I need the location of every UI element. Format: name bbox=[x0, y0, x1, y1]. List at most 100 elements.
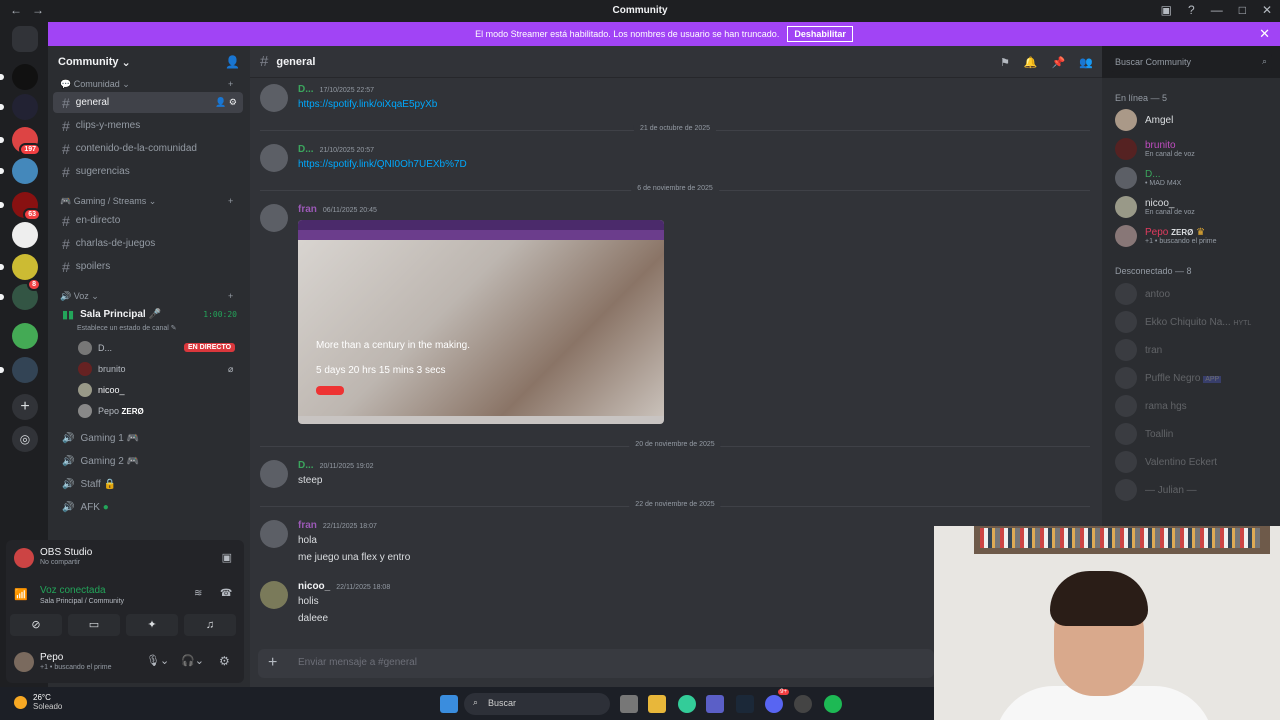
taskbar-search[interactable]: ⌕ Buscar bbox=[464, 693, 610, 715]
discover-icon[interactable]: ◎ bbox=[12, 426, 38, 452]
category-gaming[interactable]: 🎮 Gaming / Streams ⌄ + bbox=[60, 196, 233, 207]
message-link[interactable]: https://spotify.link/QNI0Oh7UEXb%7D bbox=[298, 159, 467, 170]
member-item[interactable]: Valentino Eckert bbox=[1115, 450, 1217, 474]
voice-channel-sala-principal[interactable]: ▮▮ Sala Principal 🎤 1:00:20 bbox=[53, 304, 243, 325]
windows-start-icon[interactable] bbox=[440, 695, 458, 713]
voice-location[interactable]: Sala Principal / Community bbox=[40, 598, 124, 605]
discord-home-icon[interactable] bbox=[12, 26, 38, 52]
server-icon[interactable] bbox=[0, 254, 38, 280]
maximize-icon[interactable]: □ bbox=[1239, 3, 1246, 17]
server-icon[interactable] bbox=[0, 94, 38, 120]
help-icon[interactable]: ? bbox=[1188, 3, 1195, 17]
member-item[interactable]: nicoo_ En canal de voz bbox=[1115, 195, 1195, 219]
server-icon[interactable]: 63 bbox=[0, 192, 41, 221]
message-composer[interactable]: + Enviar mensaje a #general bbox=[258, 649, 934, 678]
avatar[interactable] bbox=[14, 652, 34, 672]
channel-sugerencias[interactable]: # sugerencias bbox=[53, 161, 243, 182]
channel-contenido[interactable]: # contenido-de-la-comunidad bbox=[53, 138, 243, 159]
chrome-icon[interactable] bbox=[678, 695, 696, 713]
channel-en-directo[interactable]: # en-directo bbox=[53, 210, 243, 231]
add-channel-icon[interactable]: + bbox=[228, 196, 233, 206]
members-icon[interactable]: 👥 bbox=[1079, 56, 1093, 69]
voice-channel-gaming2[interactable]: 🔊 Gaming 2 🎮 bbox=[53, 451, 243, 472]
file-explorer-icon[interactable] bbox=[648, 695, 666, 713]
threads-icon[interactable]: ⚑ bbox=[1000, 56, 1010, 69]
voice-connected-label[interactable]: Voz conectada bbox=[40, 585, 106, 596]
obs-taskbar-icon[interactable] bbox=[794, 695, 812, 713]
headphones-icon[interactable]: 🎧⌄ bbox=[181, 654, 204, 667]
search-input[interactable]: Buscar Community ⌕ bbox=[1110, 53, 1272, 72]
add-channel-icon[interactable]: + bbox=[228, 291, 233, 301]
author[interactable]: D... bbox=[298, 460, 314, 471]
screen-share-icon[interactable]: ▣ bbox=[222, 551, 232, 564]
member-item[interactable]: — Julian — bbox=[1115, 478, 1197, 502]
close-banner-icon[interactable]: ✕ bbox=[1259, 26, 1270, 42]
image-attachment[interactable]: More than a century in the making. 5 day… bbox=[298, 220, 664, 424]
inbox-icon[interactable]: ▣ bbox=[1161, 3, 1172, 17]
author[interactable]: fran bbox=[298, 520, 317, 531]
avatar[interactable] bbox=[260, 144, 288, 172]
voice-user[interactable]: Pepo ZERØ bbox=[78, 403, 144, 419]
server-icon[interactable] bbox=[0, 357, 38, 383]
settings-icon[interactable]: 👤 ⚙ bbox=[215, 97, 237, 108]
server-icon[interactable] bbox=[0, 158, 38, 184]
voice-channel-afk[interactable]: 🔊 AFK ● bbox=[53, 497, 243, 518]
teams-icon[interactable] bbox=[706, 695, 724, 713]
activities-button[interactable]: ✦ bbox=[126, 614, 178, 636]
task-view-icon[interactable] bbox=[620, 695, 638, 713]
server-folder-icon[interactable]: 8 bbox=[0, 278, 41, 310]
bell-icon[interactable]: 🔔 bbox=[1024, 56, 1038, 69]
channel-general[interactable]: # general 👤 ⚙ bbox=[53, 92, 243, 113]
member-item[interactable]: Pepo ZERØ ♛ +1 • buscando el prime bbox=[1115, 224, 1217, 248]
author[interactable]: D... bbox=[298, 144, 314, 155]
minimize-icon[interactable]: — bbox=[1211, 3, 1223, 17]
avatar[interactable] bbox=[260, 460, 288, 488]
member-item[interactable]: Amgel bbox=[1115, 108, 1173, 132]
user-name[interactable]: Pepo bbox=[40, 652, 63, 663]
soundboard-button[interactable]: ♫ bbox=[184, 614, 236, 636]
avatar[interactable] bbox=[260, 520, 288, 548]
category-voz[interactable]: 🔊 Voz ⌄ + bbox=[60, 291, 233, 302]
avatar[interactable] bbox=[260, 581, 288, 609]
author[interactable]: fran bbox=[298, 204, 317, 215]
server-icon-zero[interactable] bbox=[0, 64, 38, 90]
steam-icon[interactable] bbox=[736, 695, 754, 713]
member-item[interactable]: Ekko Chiquito Na... HYTL bbox=[1115, 310, 1251, 334]
channel-status[interactable]: Establece un estado de canal ✎ bbox=[77, 324, 177, 332]
disconnect-icon[interactable]: ☎ bbox=[220, 588, 232, 599]
member-item[interactable]: tran bbox=[1115, 338, 1162, 362]
member-item[interactable]: Toallin bbox=[1115, 422, 1173, 446]
channel-spoilers[interactable]: # spoilers bbox=[53, 256, 243, 277]
noise-suppression-icon[interactable]: ≋ bbox=[194, 588, 202, 599]
weather-widget[interactable]: 26°C Soleado bbox=[14, 693, 62, 711]
server-icon-kaku[interactable]: 197 bbox=[0, 127, 41, 156]
channel-charlas[interactable]: # charlas-de-juegos bbox=[53, 233, 243, 254]
member-item[interactable]: antoo bbox=[1115, 282, 1170, 306]
member-item[interactable]: D... • MAD M4X bbox=[1115, 166, 1181, 190]
server-header[interactable]: Community ⌄ 👤 bbox=[48, 46, 250, 78]
avatar[interactable] bbox=[260, 204, 288, 232]
add-member-icon[interactable]: 👤 bbox=[225, 55, 240, 69]
member-item[interactable]: rama hgs bbox=[1115, 394, 1187, 418]
disable-button[interactable]: Deshabilitar bbox=[787, 26, 853, 42]
channel-clips[interactable]: # clips-y-memes bbox=[53, 115, 243, 136]
author[interactable]: nicoo_ bbox=[298, 581, 330, 592]
share-screen-button[interactable]: ▭ bbox=[68, 614, 120, 636]
member-item[interactable]: Puffle Negro APP bbox=[1115, 366, 1222, 390]
add-attachment-icon[interactable]: + bbox=[268, 654, 277, 672]
server-icon-community[interactable] bbox=[12, 222, 38, 248]
member-item[interactable]: brunito En canal de voz bbox=[1115, 137, 1195, 161]
author[interactable]: D... bbox=[298, 84, 314, 95]
avatar[interactable] bbox=[260, 84, 288, 112]
close-window-icon[interactable]: ✕ bbox=[1262, 3, 1272, 17]
discord-taskbar-icon[interactable]: 9+ bbox=[765, 689, 789, 713]
server-icon[interactable] bbox=[12, 323, 38, 349]
message-link[interactable]: https://spotify.link/oiXqaE5pyXb bbox=[298, 99, 437, 110]
add-channel-icon[interactable]: + bbox=[228, 79, 233, 89]
add-server-icon[interactable]: + bbox=[12, 394, 38, 420]
spotify-icon[interactable] bbox=[824, 695, 842, 713]
microphone-icon[interactable]: 🎙⌄ bbox=[146, 654, 169, 667]
voice-channel-gaming1[interactable]: 🔊 Gaming 1 🎮 bbox=[53, 428, 243, 449]
pin-icon[interactable]: 📌 bbox=[1052, 56, 1066, 69]
category-comunidad[interactable]: 💬 Comunidad ⌄ + bbox=[60, 79, 233, 90]
